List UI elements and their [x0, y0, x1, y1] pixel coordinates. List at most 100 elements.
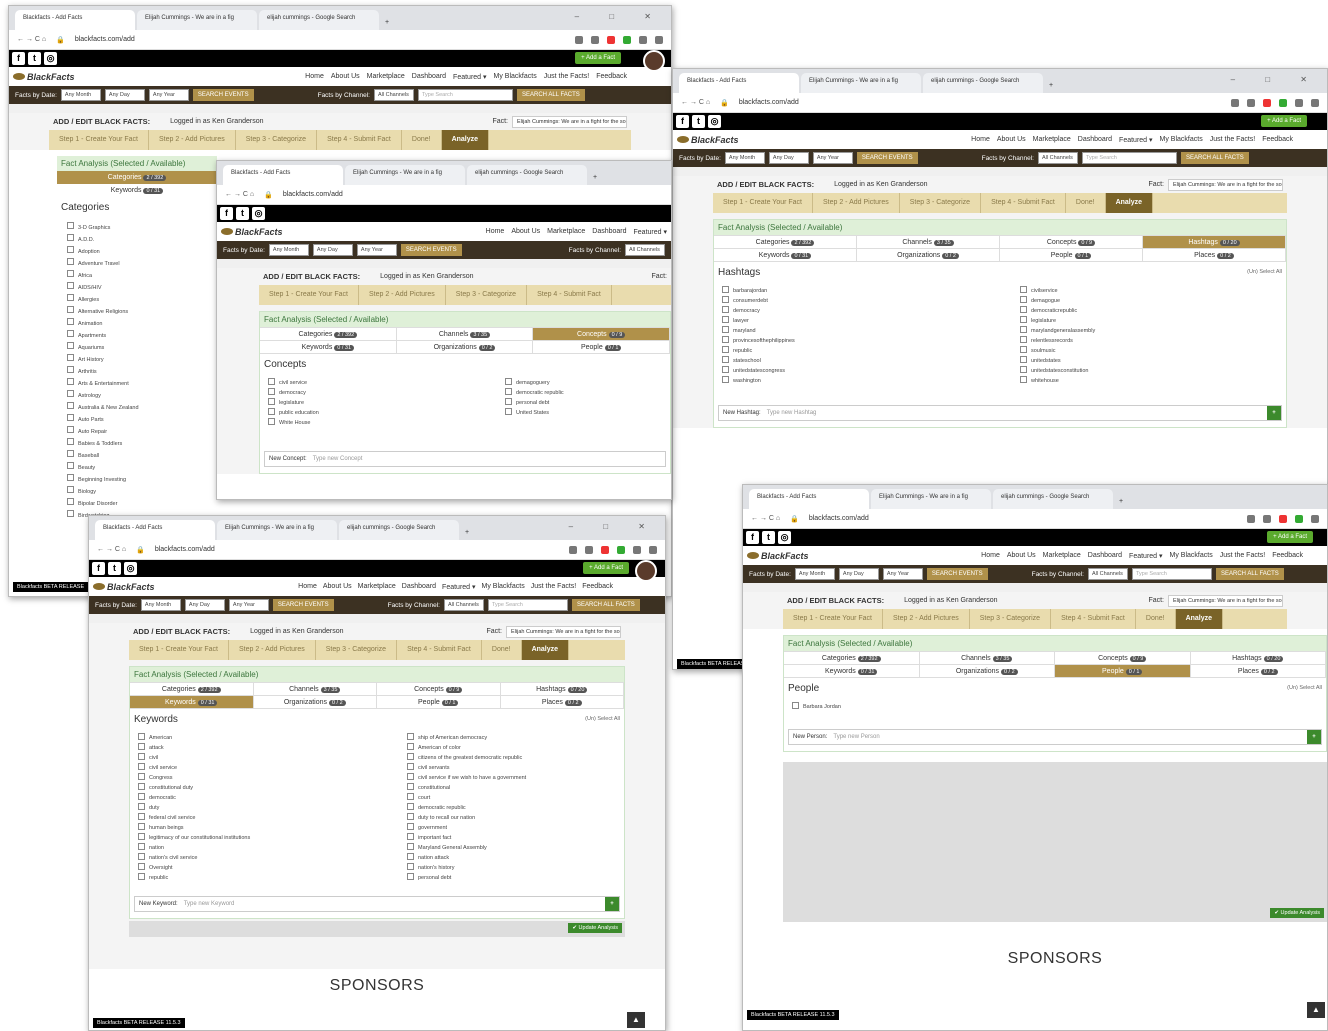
channel-select[interactable]: All Channels [625, 244, 665, 256]
checkbox-item[interactable]: nation's history [407, 863, 616, 873]
tab-keywords[interactable]: Keywords 0 / 31 [260, 341, 397, 354]
scroll-top-button[interactable]: ▲ [1307, 1002, 1325, 1018]
checkbox-item[interactable]: Beginning Investing [67, 474, 207, 486]
checkbox-item[interactable]: Bipolar Disorder [67, 498, 207, 510]
nav-featured[interactable]: Featured ▾ [442, 583, 475, 591]
nav-arrows-icon[interactable]: ← → C ⌂ [17, 36, 46, 43]
checkbox-item[interactable]: ship of American democracy [407, 733, 616, 743]
checkbox-item[interactable]: civil servants [407, 763, 616, 773]
checkbox-item[interactable]: public education [268, 408, 425, 418]
checkbox-item[interactable]: nation [138, 843, 347, 853]
nav-featured[interactable]: Featured ▾ [1119, 136, 1152, 144]
window-controls[interactable]: – □ ✕ [1231, 75, 1321, 84]
checkbox-item[interactable]: government [407, 823, 616, 833]
checkbox-item[interactable]: Biology [67, 486, 207, 498]
checkbox-item[interactable]: important fact [407, 833, 616, 843]
update-analysis-button[interactable]: ✔ Update Analysis [1270, 908, 1324, 918]
browser-tab[interactable]: Blackfacts - Add Facts [679, 73, 799, 93]
facebook-icon[interactable]: f [12, 52, 25, 65]
checkbox-item[interactable]: Apartments [67, 330, 207, 342]
step-2[interactable]: Step 2 - Add Pictures [229, 640, 316, 660]
scroll-top-button[interactable]: ▲ [627, 1012, 645, 1028]
twitter-icon[interactable]: t [236, 207, 249, 220]
checkbox-item[interactable]: Congress [138, 773, 347, 783]
avatar[interactable] [643, 50, 665, 72]
address-bar[interactable]: ← → C ⌂ 🔒 blackfacts.com/add [9, 30, 671, 50]
checkbox-item[interactable]: Adoption [67, 246, 207, 258]
tab-organizations[interactable]: Organizations 0 / 2 [857, 249, 1000, 262]
nav-justfacts[interactable]: Just the Facts! [544, 73, 590, 81]
day-select[interactable]: Any Day [768, 152, 809, 164]
checkbox-item[interactable]: constitutional [407, 783, 616, 793]
nav-dashboard[interactable]: Dashboard [412, 73, 446, 81]
nav-myblackfacts[interactable]: My Blackfacts [1170, 552, 1213, 560]
site-logo[interactable]: BlackFacts [93, 582, 155, 592]
channel-select[interactable]: All Channels [1087, 568, 1128, 580]
checkbox-item[interactable]: Oversight [138, 863, 347, 873]
search-all-button[interactable]: SEARCH ALL FACTS [516, 89, 585, 101]
checkbox-item[interactable]: civil service [138, 763, 347, 773]
checkbox-item[interactable]: duty [138, 803, 347, 813]
checkbox-item[interactable]: unitedstatescongress [722, 366, 980, 376]
tab-concepts[interactable]: Concepts 0 / 9 [377, 683, 501, 696]
nav-about[interactable]: About Us [997, 136, 1026, 144]
add-fact-button[interactable]: + Add a Fact [575, 52, 621, 64]
checkbox-item[interactable]: constitutional duty [138, 783, 347, 793]
step-4[interactable]: Step 4 - Submit Fact [397, 640, 482, 660]
nav-justfacts[interactable]: Just the Facts! [531, 583, 577, 591]
fact-select[interactable]: Elijah Cummings: We are in a fight for t… [1168, 594, 1283, 607]
checkbox-item[interactable]: Allergies [67, 294, 207, 306]
step-2[interactable]: Step 2 - Add Pictures [883, 609, 970, 629]
add-fact-button[interactable]: + Add a Fact [583, 562, 629, 574]
tab-organizations[interactable]: Organizations 0 / 2 [919, 665, 1055, 678]
checkbox-item[interactable]: whitehouse [1020, 376, 1278, 386]
checkbox-item[interactable]: duty to recall our nation [407, 813, 616, 823]
tab-concepts[interactable]: Concepts 0 / 9 [533, 328, 670, 341]
step-1[interactable]: Step 1 - Create Your Fact [783, 609, 883, 629]
checkbox-item[interactable]: personal debt [407, 873, 616, 883]
checkbox-item[interactable]: Beauty [67, 462, 207, 474]
checkbox-item[interactable]: federal civil service [138, 813, 347, 823]
instagram-icon[interactable]: ◎ [124, 562, 137, 575]
step-done[interactable]: Done! [1066, 193, 1106, 213]
checkbox-item[interactable]: Africa [67, 270, 207, 282]
day-select[interactable]: Any Day [838, 568, 879, 580]
search-input[interactable]: Type Search [487, 599, 568, 611]
nav-home[interactable]: Home [981, 552, 1000, 560]
checkbox-item[interactable]: democratic republic [407, 803, 616, 813]
tab-people[interactable]: People 0 / 1 [533, 341, 670, 354]
year-select[interactable]: Any Year [882, 568, 923, 580]
nav-myblackfacts[interactable]: My Blackfacts [494, 73, 537, 81]
day-select[interactable]: Any Day [104, 89, 145, 101]
nav-featured[interactable]: Featured ▾ [634, 228, 667, 236]
nav-home[interactable]: Home [971, 136, 990, 144]
checkbox-item[interactable]: American [138, 733, 347, 743]
nav-featured[interactable]: Featured ▾ [1129, 552, 1162, 560]
new-person-input[interactable]: Type new Person [833, 734, 879, 740]
step-1[interactable]: Step 1 - Create Your Fact [129, 640, 229, 660]
checkbox-item[interactable]: consumerdebt [722, 296, 980, 306]
nav-dashboard[interactable]: Dashboard [402, 583, 436, 591]
tab-places[interactable]: Places 0 / 2 [500, 696, 624, 709]
fact-select[interactable]: Elijah Cummings: We are in a fight for t… [512, 115, 627, 128]
instagram-icon[interactable]: ◎ [778, 531, 791, 544]
url-text[interactable]: blackfacts.com/add [75, 36, 135, 43]
step-4[interactable]: Step 4 - Submit Fact [981, 193, 1066, 213]
new-concept-input[interactable]: Type new Concept [313, 456, 363, 462]
tab-organizations[interactable]: Organizations 0 / 2 [396, 341, 534, 354]
nav-justfacts[interactable]: Just the Facts! [1210, 136, 1256, 144]
search-events-button[interactable]: SEARCH EVENTS [272, 599, 334, 611]
tab-channels[interactable]: Channels 3 / 35 [396, 328, 534, 341]
tab-keywords[interactable]: Keywords 0 / 31 [784, 665, 920, 678]
search-events-button[interactable]: SEARCH EVENTS [926, 568, 988, 580]
year-select[interactable]: Any Year [148, 89, 189, 101]
update-analysis-button[interactable]: ✔ Update Analysis [568, 923, 622, 933]
checkbox-item[interactable]: Baseball [67, 450, 207, 462]
url-text[interactable]: blackfacts.com/add [155, 546, 215, 553]
new-tab-button[interactable]: + [589, 174, 601, 185]
checkbox-item[interactable]: court [407, 793, 616, 803]
facebook-icon[interactable]: f [676, 115, 689, 128]
search-input[interactable]: Type Search [1131, 568, 1212, 580]
browser-tab[interactable]: Blackfacts - Add Facts [223, 165, 343, 185]
step-3[interactable]: Step 3 - Categorize [900, 193, 982, 213]
